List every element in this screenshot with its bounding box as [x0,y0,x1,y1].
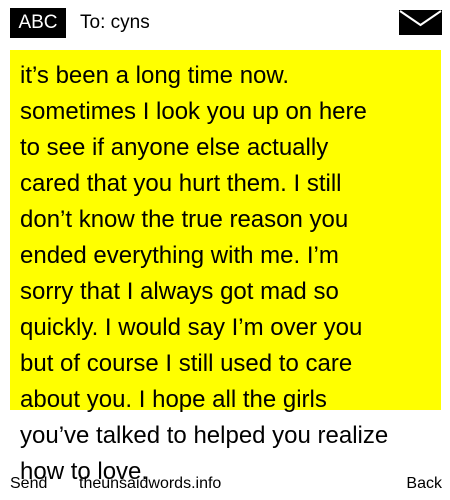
header: ABC To: cyns [0,0,450,46]
site-label: theunsaidwords.info [79,475,222,492]
envelope-icon-svg [399,10,442,35]
envelope-icon [399,10,442,35]
footer: Send theunsaidwords.info Back [0,472,450,496]
send-button[interactable]: Send [10,472,47,496]
input-mode-badge[interactable]: ABC [10,8,66,38]
recipient-label: To: cyns [80,12,150,33]
back-button[interactable]: Back [406,472,442,496]
message-body[interactable]: it’s been a long time now. sometimes I l… [10,50,441,485]
message-text[interactable]: it’s been a long time now. sometimes I l… [20,58,435,490]
